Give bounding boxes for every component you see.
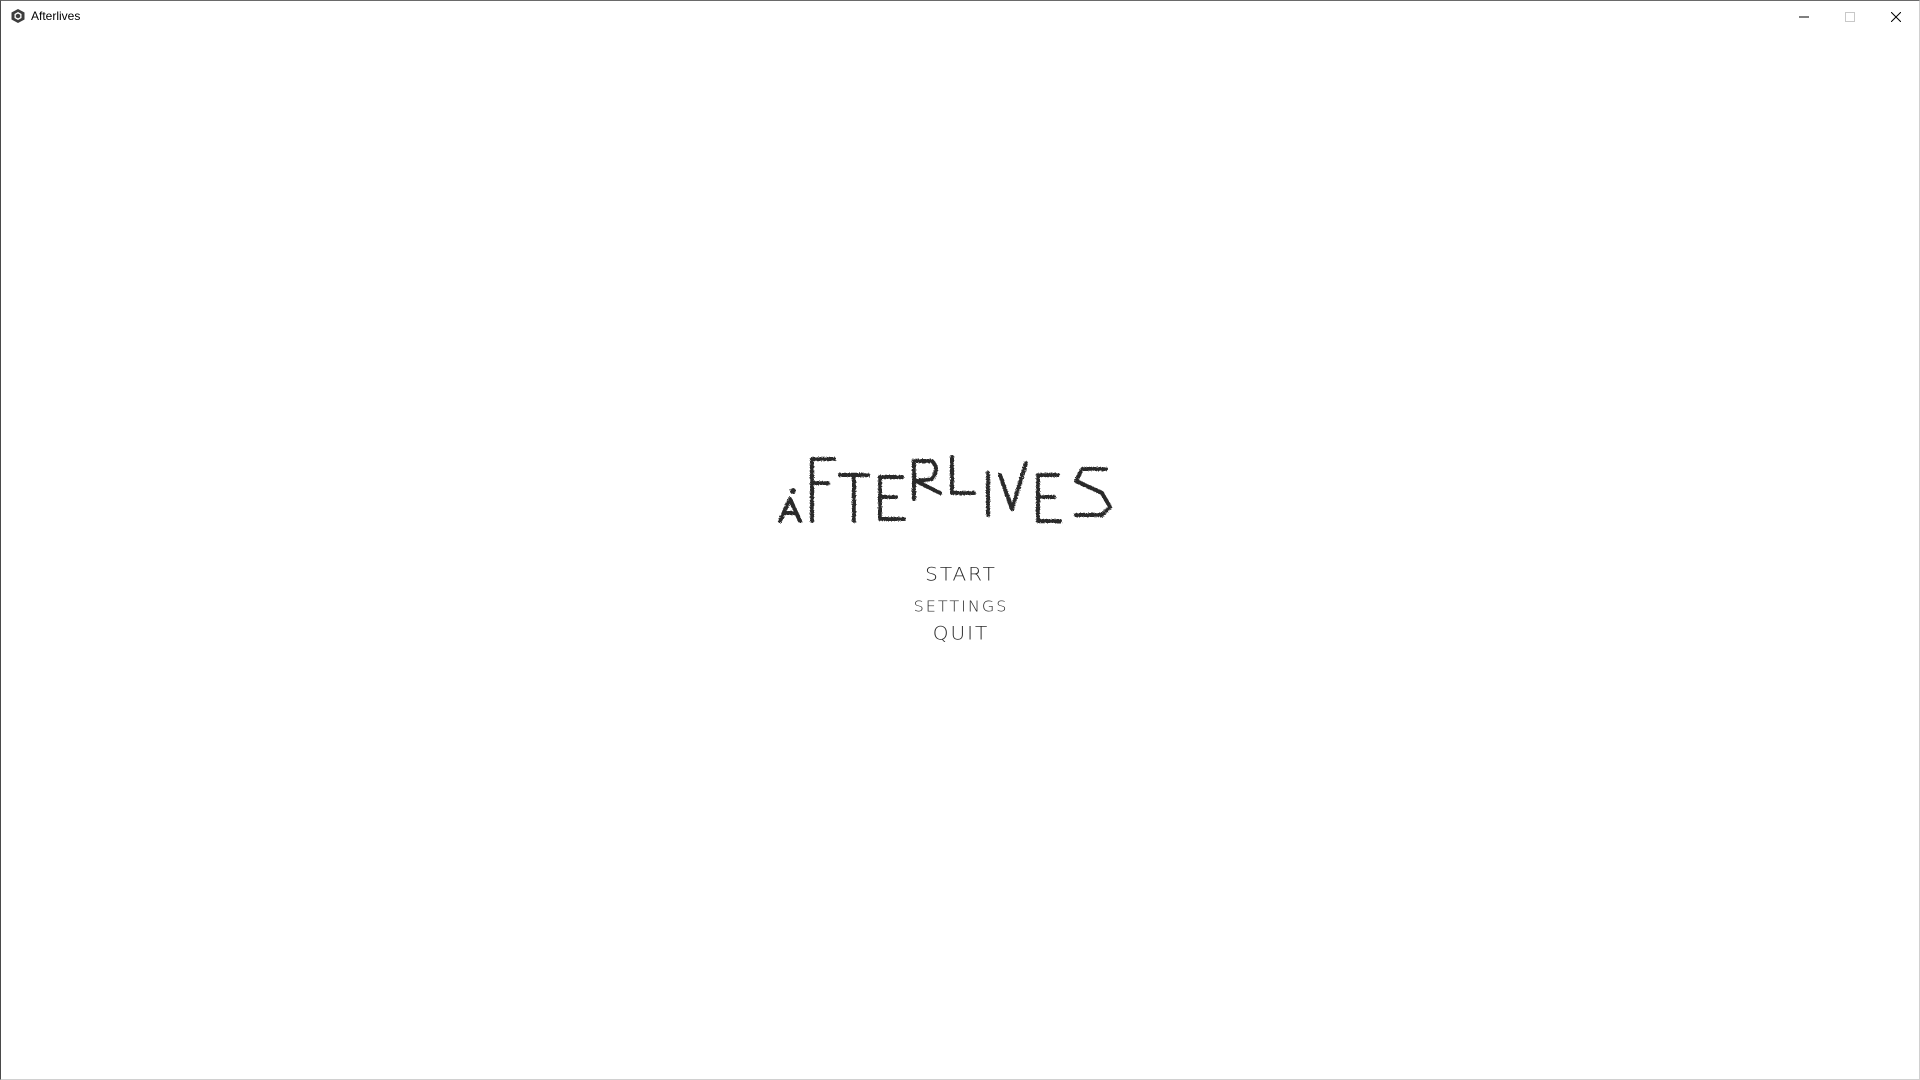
game-window: Afterlives START SETTINGS QUIT: [0, 0, 1920, 1080]
settings-button[interactable]: SETTINGS: [914, 590, 1009, 619]
quit-button[interactable]: QUIT: [933, 620, 990, 649]
main-menu: START SETTINGS QUIT: [861, 557, 1061, 649]
start-button[interactable]: START: [925, 560, 997, 589]
game-title-logo: [776, 453, 1136, 525]
main-menu-screen: START SETTINGS QUIT: [1, 1, 1919, 1079]
